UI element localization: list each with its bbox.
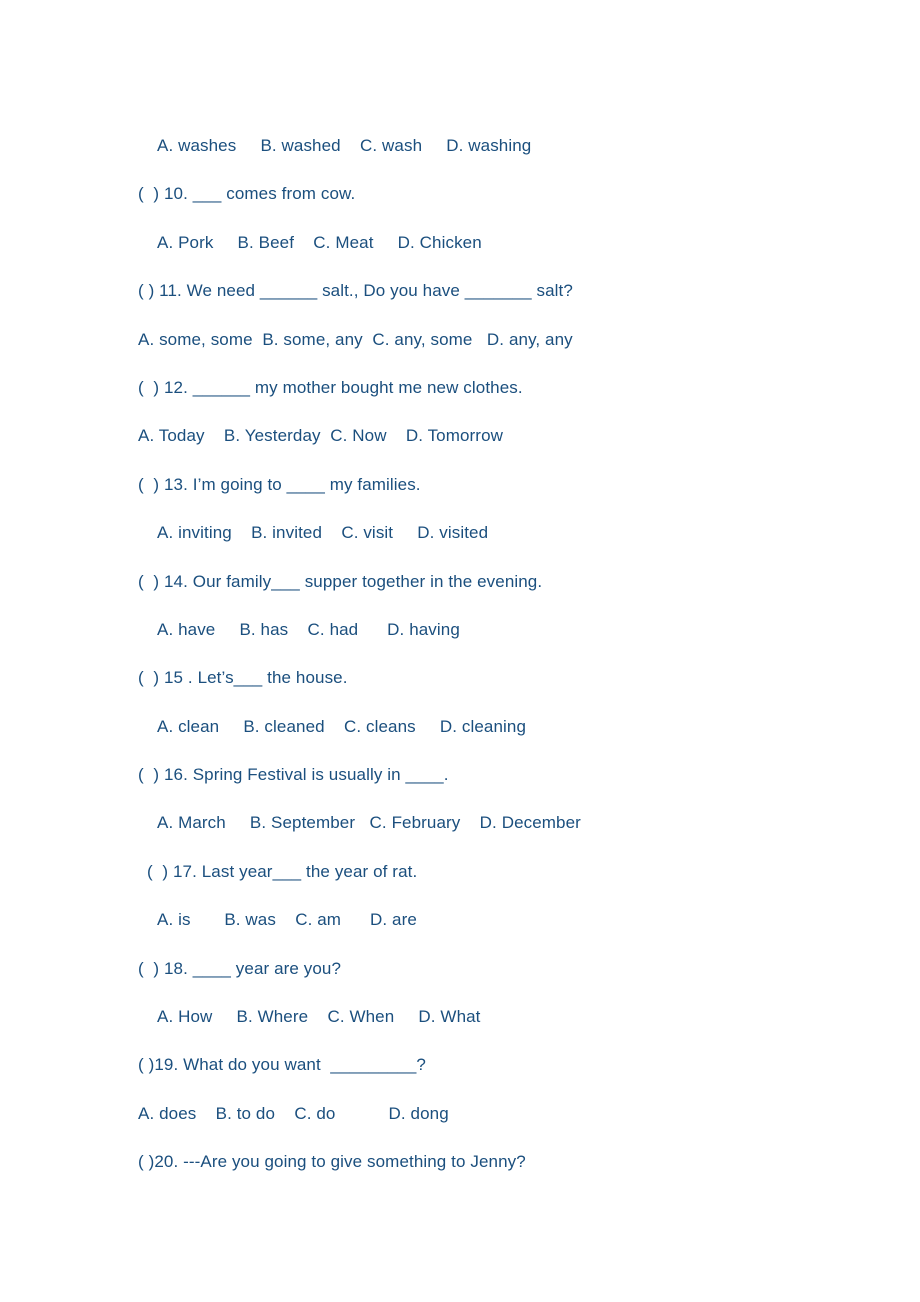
question-line: ( ) 14. Our family___ supper together in…	[138, 571, 543, 591]
worksheet-page: A. washes B. washed C. wash D. washing ( …	[0, 0, 920, 1302]
option-line: A. does B. to do C. do D. dong	[138, 1103, 449, 1123]
question-line: ( ) 18. ____ year are you?	[138, 958, 342, 978]
option-line: A. is B. was C. am D. are	[157, 910, 417, 930]
option-line: A. clean B. cleaned C. cleans D. cleanin…	[157, 716, 526, 736]
question-line: ( )19. What do you want _________?	[138, 1055, 426, 1075]
question-line: ( ) 10. ___ comes from cow.	[138, 184, 356, 204]
option-line: A. March B. September C. February D. Dec…	[157, 813, 581, 833]
question-line: ( ) 13. I’m going to ____ my families.	[138, 474, 421, 494]
question-line: ( ) 17. Last year___ the year of rat.	[147, 861, 418, 881]
option-line: A. have B. has C. had D. having	[157, 619, 460, 639]
option-line: A. Today B. Yesterday C. Now D. Tomorrow	[138, 426, 504, 446]
option-line: A. some, some B. some, any C. any, some …	[138, 329, 573, 349]
question-line: ( ) 12. ______ my mother bought me new c…	[138, 377, 523, 397]
question-line: ( ) 16. Spring Festival is usually in __…	[138, 765, 449, 785]
question-line: ( )20. ---Are you going to give somethin…	[138, 1152, 526, 1172]
question-list: A. washes B. washed C. wash D. washing ( …	[138, 122, 838, 1187]
option-line: A. inviting B. invited C. visit D. visit…	[157, 523, 489, 543]
option-line: A. Pork B. Beef C. Meat D. Chicken	[157, 232, 482, 252]
option-line: A. washes B. washed C. wash D. washing	[157, 136, 532, 155]
question-line: ( ) 15 . Let’s___ the house.	[138, 668, 348, 688]
option-line: A. How B. Where C. When D. What	[157, 1007, 481, 1027]
question-line: ( ) 11. We need ______ salt., Do you hav…	[138, 281, 573, 301]
